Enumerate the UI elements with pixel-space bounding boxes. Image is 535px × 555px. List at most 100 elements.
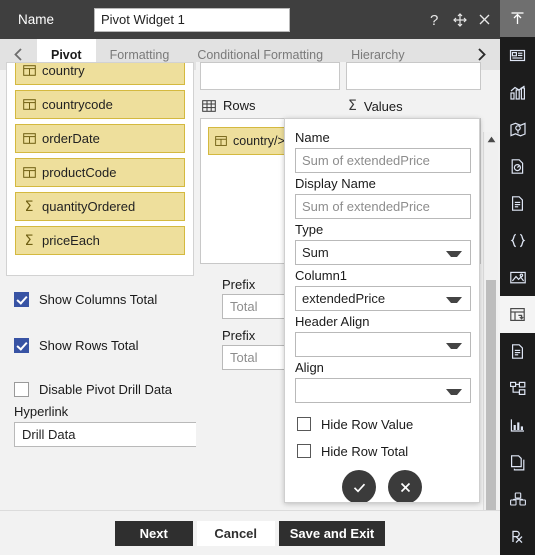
field-label: quantityOrdered <box>42 199 136 214</box>
help-icon[interactable]: ? <box>428 12 443 28</box>
chevron-down-icon <box>446 296 462 303</box>
prefix-rows-total-label: Prefix <box>222 328 256 343</box>
widget-panel-icon[interactable] <box>500 37 535 74</box>
dialog-footer: Next Cancel Save and Exit <box>0 510 500 555</box>
copy-icon[interactable] <box>500 444 535 481</box>
popup-align-select[interactable] <box>295 378 471 403</box>
table-column-icon <box>16 98 42 111</box>
popup-name-value: Sum of extendedPrice <box>302 153 430 168</box>
map-icon[interactable] <box>500 111 535 148</box>
field-item-productcode[interactable]: productCode <box>15 158 185 187</box>
pivot-table-icon[interactable] <box>500 296 535 333</box>
filters-dropzone[interactable] <box>346 62 481 90</box>
content-scrollbar[interactable] <box>483 132 498 555</box>
cube-group-icon[interactable] <box>500 481 535 518</box>
popup-type-label: Type <box>295 222 324 237</box>
scroll-up-icon[interactable] <box>484 132 498 146</box>
chevron-down-icon <box>446 342 462 349</box>
popup-action-buttons <box>295 470 469 502</box>
popup-header-align-label: Header Align <box>295 314 370 329</box>
collapse-up-icon[interactable] <box>500 0 535 37</box>
widget-name-input[interactable] <box>94 7 290 32</box>
close-icon[interactable] <box>477 12 492 27</box>
cancel-button[interactable]: Cancel <box>196 521 275 546</box>
rows-zone-header: Rows <box>202 98 256 113</box>
hide-row-total-label: Hide Row Total <box>321 443 409 459</box>
gauge-document-icon[interactable] <box>500 148 535 185</box>
show-columns-total-label: Show Columns Total <box>39 291 158 307</box>
table-grid-icon <box>202 99 216 113</box>
svg-text:?: ? <box>430 12 438 28</box>
table-column-icon <box>16 132 42 145</box>
field-list: country countrycode orderDate productCod… <box>7 63 193 260</box>
tree-icon[interactable] <box>500 370 535 407</box>
field-item-orderdate[interactable]: orderDate <box>15 124 185 153</box>
document-icon[interactable] <box>500 185 535 222</box>
image-icon[interactable] <box>500 259 535 296</box>
hide-row-total-checkbox[interactable] <box>297 444 311 458</box>
move-icon[interactable] <box>452 12 468 28</box>
chevron-down-icon <box>446 388 462 395</box>
hide-row-total-row[interactable]: Hide Row Total <box>295 440 469 462</box>
rows-zone-label: Rows <box>223 98 256 113</box>
popup-display-name-label: Display Name <box>295 176 376 191</box>
disable-pivot-drill-checkbox[interactable] <box>14 381 29 397</box>
table-column-icon <box>16 64 42 77</box>
chart-axis-icon[interactable] <box>500 407 535 444</box>
save-and-exit-button[interactable]: Save and Exit <box>278 521 386 546</box>
next-button[interactable]: Next <box>114 521 193 546</box>
field-item-countrycode[interactable]: countrycode <box>15 90 185 119</box>
hide-row-value-row[interactable]: Hide Row Value <box>295 413 469 435</box>
popup-display-name-input[interactable]: Sum of extendedPrice <box>295 194 471 219</box>
scrollbar-thumb[interactable] <box>486 280 496 530</box>
popup-cancel-button[interactable] <box>388 470 422 502</box>
field-label: countrycode <box>42 97 113 112</box>
sigma-icon: Σ <box>348 98 357 114</box>
report-icon[interactable] <box>500 333 535 370</box>
right-toolbar <box>500 0 535 555</box>
field-item-country[interactable]: country <box>15 63 185 85</box>
popup-display-name-value: Sum of extendedPrice <box>302 199 430 214</box>
disable-pivot-drill-label: Disable Pivot Drill Data <box>39 381 172 397</box>
popup-type-value: Sum <box>302 245 329 260</box>
popup-column1-label: Column1 <box>295 268 348 283</box>
popup-column1-value: extendedPrice <box>302 291 386 306</box>
columns-dropzone[interactable] <box>200 62 340 90</box>
field-list-panel: country countrycode orderDate productCod… <box>6 62 194 276</box>
bar-chart-icon[interactable] <box>500 74 535 111</box>
values-zone-label: Values <box>363 98 403 114</box>
prefix-rows-total-value: Total <box>230 350 258 365</box>
values-zone-header: Σ Values <box>348 98 403 114</box>
window-controls: ? <box>428 0 492 39</box>
table-column-icon <box>209 135 233 147</box>
field-label: productCode <box>42 165 117 180</box>
field-label: priceEach <box>42 233 100 248</box>
prescription-icon[interactable] <box>500 518 535 555</box>
dialog-title-bar: Name ? <box>0 0 500 39</box>
show-rows-total-checkbox[interactable] <box>14 337 29 353</box>
hyperlink-value: Drill Data <box>22 427 76 442</box>
popup-name-input[interactable]: Sum of extendedPrice <box>295 148 471 173</box>
field-item-quantityordered[interactable]: Σ quantityOrdered <box>15 192 185 221</box>
name-label: Name <box>18 12 55 27</box>
field-label: orderDate <box>42 131 100 146</box>
show-columns-total-checkbox[interactable] <box>14 291 29 307</box>
chevron-down-icon <box>446 250 462 257</box>
sigma-icon: Σ <box>24 232 34 249</box>
popup-header-align-select[interactable] <box>295 332 471 357</box>
hide-row-value-label: Hide Row Value <box>321 416 414 432</box>
table-column-icon <box>16 166 42 179</box>
sigma-icon: Σ <box>24 198 34 215</box>
code-braces-icon[interactable] <box>500 222 535 259</box>
field-item-priceeach[interactable]: Σ priceEach <box>15 226 185 255</box>
chip-label: country/> <box>233 134 285 148</box>
popup-align-label: Align <box>295 360 324 375</box>
popup-column1-select[interactable]: extendedPrice <box>295 286 471 311</box>
popup-name-label: Name <box>295 130 330 145</box>
hide-row-value-checkbox[interactable] <box>297 417 311 431</box>
field-label: country <box>42 63 85 78</box>
show-rows-total-label: Show Rows Total <box>39 337 139 353</box>
popup-confirm-button[interactable] <box>342 470 376 502</box>
value-field-editor-popup: Name Sum of extendedPrice Display Name S… <box>284 118 480 503</box>
popup-type-select[interactable]: Sum <box>295 240 471 265</box>
